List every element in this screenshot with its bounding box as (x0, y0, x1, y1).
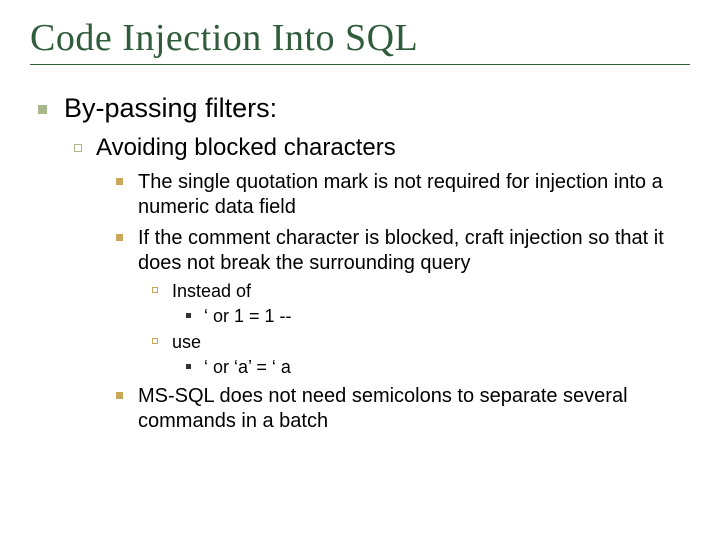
list-item: ‘ or 1 = 1 -- (204, 305, 690, 328)
list-item-label: The single quotation mark is not require… (138, 171, 663, 218)
list-item: MS-SQL does not need semicolons to separ… (138, 384, 690, 434)
list-item-label: ‘ or 1 = 1 -- (204, 306, 292, 326)
bullet-list-level-1: By-passing filters: Avoiding blocked cha… (30, 93, 690, 434)
list-item-label: By-passing filters: (64, 93, 277, 123)
list-item: The single quotation mark is not require… (138, 170, 690, 220)
list-item-label: ‘ or ‘a’ = ‘ a (204, 357, 291, 377)
list-item: Avoiding blocked characters The single q… (96, 134, 690, 434)
bullet-list-level-5: ‘ or 1 = 1 -- (172, 305, 690, 328)
list-item: If the comment character is blocked, cra… (138, 226, 690, 378)
bullet-list-level-2: Avoiding blocked characters The single q… (64, 134, 690, 434)
slide-title: Code Injection Into SQL (30, 16, 690, 60)
bullet-list-level-5: ‘ or ‘a’ = ‘ a (172, 356, 690, 379)
list-item-label: Instead of (172, 281, 251, 301)
list-item: use ‘ or ‘a’ = ‘ a (172, 331, 690, 378)
list-item-label: MS-SQL does not need semicolons to separ… (138, 385, 628, 432)
slide: Code Injection Into SQL By-passing filte… (0, 0, 720, 540)
list-item-label: If the comment character is blocked, cra… (138, 227, 664, 274)
bullet-list-level-3: The single quotation mark is not require… (96, 170, 690, 434)
list-item: ‘ or ‘a’ = ‘ a (204, 356, 690, 379)
list-item-label: use (172, 332, 201, 352)
bullet-list-level-4: Instead of ‘ or 1 = 1 -- use (138, 280, 690, 378)
list-item-label: Avoiding blocked characters (96, 134, 396, 161)
title-underline (30, 64, 690, 65)
list-item: Instead of ‘ or 1 = 1 -- (172, 280, 690, 327)
list-item: By-passing filters: Avoiding blocked cha… (60, 93, 690, 434)
